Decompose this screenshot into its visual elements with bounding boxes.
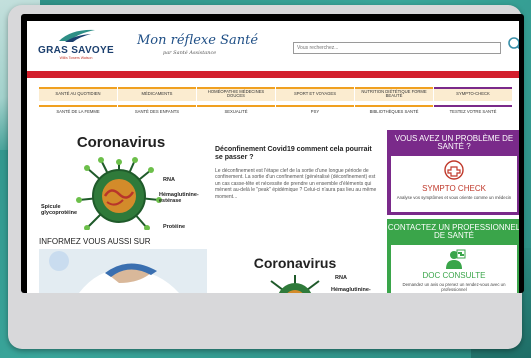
related-card-title: Coronavirus bbox=[253, 255, 337, 271]
nav-item-nutrition[interactable]: NUTRITION DIÉTÉTIQUE FORME BEAUTÉ bbox=[355, 87, 433, 101]
doc-consulte-label[interactable]: DOC CONSULTE bbox=[391, 271, 517, 280]
nav-item-psy[interactable]: PSY bbox=[276, 105, 354, 119]
article-title[interactable]: Déconfinement Covid19 comment cela pourr… bbox=[215, 146, 375, 162]
sympto-check-box[interactable]: VOUS AVEZ UN PROBLÈME DE SANTÉ ? SYMPTO … bbox=[387, 130, 519, 215]
sympto-check-heading: VOUS AVEZ UN PROBLÈME DE SANTÉ ? bbox=[394, 134, 514, 152]
site-slogan: Mon réflexe Santé bbox=[137, 33, 259, 48]
header-red-bar bbox=[27, 71, 519, 78]
main-nav: SANTÉ AU QUOTIDIEN MÉDICAMENTS HOMÉOPATH… bbox=[39, 87, 517, 123]
nav-item-sexualite[interactable]: SEXUALITÉ bbox=[197, 105, 275, 119]
sympto-check-desc: Analyse vos symptômes et vous oriente co… bbox=[396, 195, 512, 200]
article-image-title: Coronavirus bbox=[76, 134, 166, 151]
article-image[interactable]: Coronavirus RNA Spicule glycoprotéine Hé… bbox=[39, 130, 203, 230]
doctor-icon bbox=[446, 249, 466, 269]
doc-consulte-heading: CONTACTEZ UN PROFESSIONNEL DE SANTÉ bbox=[387, 223, 519, 241]
sympto-check-body: SYMPTO CHECK Analyse vos symptômes et vo… bbox=[391, 156, 517, 212]
nav-item-homeopathie[interactable]: HOMÉOPATHIE MÉDECINES DOUCES bbox=[197, 87, 275, 101]
logo-tagline: Willis Towers Watson bbox=[59, 56, 93, 60]
label-proteine: Protéine bbox=[163, 224, 186, 230]
article-excerpt: Le déconfinement est l'étape clef de la … bbox=[215, 168, 377, 200]
nav-item-sante-quotidien[interactable]: SANTÉ AU QUOTIDIEN bbox=[39, 87, 117, 101]
label-rna: RNA bbox=[163, 177, 175, 183]
nav-row-2: SANTÉ DE LA FEMME SANTÉ DES ENFANTS SEXU… bbox=[39, 105, 517, 119]
nav-item-sympto-check[interactable]: SYMPTO-CHECK bbox=[434, 87, 512, 101]
virus-icon bbox=[270, 275, 320, 293]
nav-item-medicaments[interactable]: MÉDICAMENTS bbox=[118, 87, 196, 101]
logo-icon bbox=[59, 29, 95, 42]
medical-profile-icon bbox=[444, 160, 464, 180]
doctor-photo-icon bbox=[39, 249, 207, 293]
label-hemaglutinine: Hémaglutinine- bbox=[331, 287, 371, 293]
label-rna: RNA bbox=[335, 275, 347, 281]
site-header: GRAS SAVOYE Willis Towers Watson Mon réf… bbox=[27, 21, 519, 78]
tablet-screen: GRAS SAVOYE Willis Towers Watson Mon réf… bbox=[21, 14, 524, 293]
nav-item-testez-sante[interactable]: TESTEZ VOTRE SANTÉ bbox=[434, 105, 512, 119]
tablet-frame: GRAS SAVOYE Willis Towers Watson Mon réf… bbox=[8, 5, 524, 349]
label-spicule: Spicule glycoprotéine bbox=[41, 204, 78, 217]
label-hemaglutinine: Hémaglutinine-estérase bbox=[159, 192, 199, 205]
related-card-image[interactable] bbox=[39, 249, 207, 293]
tablet-bezel-bottom bbox=[21, 305, 524, 345]
doc-consulte-desc: Demandez un avis ou prenez un rendez-vou… bbox=[402, 282, 506, 293]
website: GRAS SAVOYE Willis Towers Watson Mon réf… bbox=[27, 21, 519, 293]
nav-row-1: SANTÉ AU QUOTIDIEN MÉDICAMENTS HOMÉOPATH… bbox=[39, 87, 517, 101]
logo-name[interactable]: GRAS SAVOYE bbox=[31, 45, 121, 56]
search-icon[interactable] bbox=[507, 36, 519, 54]
article-card[interactable]: Coronavirus RNA Spicule glycoprotéine Hé… bbox=[39, 130, 376, 230]
doc-consulte-box[interactable]: CONTACTEZ UN PROFESSIONNEL DE SANTÉ DOC … bbox=[387, 219, 519, 293]
nav-item-bibliotheques[interactable]: BIBLIOTHÈQUES SANTÉ bbox=[355, 105, 433, 119]
site-slogan-sub: par Santé Assistance bbox=[163, 50, 217, 56]
nav-item-sport-voyages[interactable]: SPORT ET VOYAGES bbox=[276, 87, 354, 101]
doc-consulte-body: DOC CONSULTE Demandez un avis ou prenez … bbox=[391, 245, 517, 293]
related-card[interactable]: Coronavirus RNA Hémaglutinine- bbox=[215, 249, 375, 293]
section-heading: INFORMEZ VOUS AUSSI SUR bbox=[39, 237, 151, 246]
search-bar bbox=[293, 37, 519, 58]
nav-item-sante-femme[interactable]: SANTÉ DE LA FEMME bbox=[39, 105, 117, 119]
search-input[interactable] bbox=[293, 42, 501, 54]
sympto-check-label[interactable]: SYMPTO CHECK bbox=[391, 184, 517, 193]
nav-item-sante-enfants[interactable]: SANTÉ DES ENFANTS bbox=[118, 105, 196, 119]
